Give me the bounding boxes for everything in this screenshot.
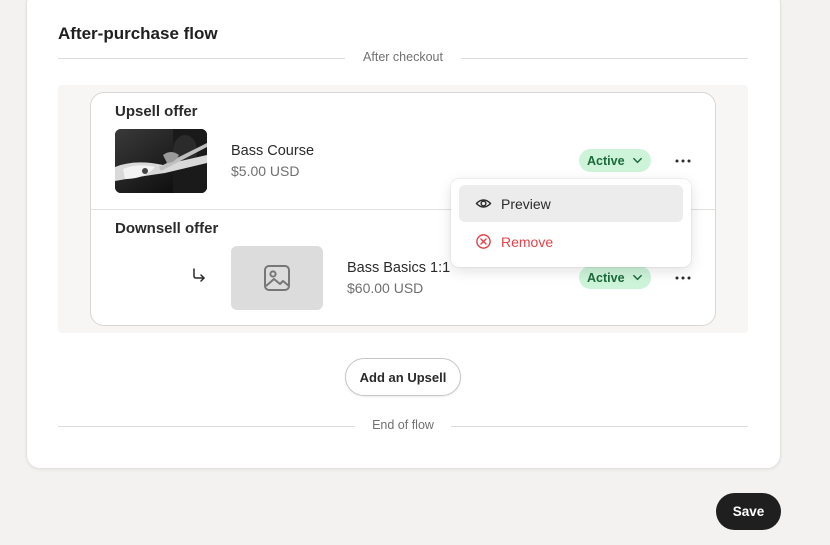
upsell-product-name: Bass Course — [231, 143, 315, 159]
x-circle-icon — [474, 233, 492, 251]
downsell-status-label: Active — [587, 270, 625, 285]
chevron-down-icon — [632, 272, 643, 286]
more-horizontal-icon — [675, 159, 691, 163]
eye-icon — [474, 195, 492, 213]
end-of-flow-label: End of flow — [372, 418, 434, 432]
upsell-product-image — [115, 129, 207, 193]
save-button[interactable]: Save — [716, 493, 781, 530]
after-checkout-divider: After checkout — [58, 50, 748, 66]
upsell-status-label: Active — [587, 153, 625, 168]
arrow-down-right-icon — [190, 266, 208, 289]
menu-item-remove[interactable]: Remove — [459, 223, 683, 260]
section-title: After-purchase flow — [58, 24, 218, 43]
upsell-more-button[interactable] — [673, 151, 693, 171]
menu-item-preview-label: Preview — [501, 195, 551, 212]
menu-item-remove-label: Remove — [501, 233, 554, 250]
add-upsell-button[interactable]: Add an Upsell — [345, 358, 461, 396]
offer-actions-menu: Preview Remove — [451, 179, 691, 267]
downsell-status-dropdown[interactable]: Active — [579, 266, 651, 289]
upsell-product-price: $5.00 USD — [231, 163, 300, 179]
upsell-heading: Upsell offer — [115, 103, 198, 120]
downsell-more-button[interactable] — [673, 268, 693, 288]
chevron-down-icon — [632, 155, 643, 169]
image-placeholder-icon — [264, 265, 290, 291]
downsell-heading: Downsell offer — [115, 220, 219, 237]
downsell-product-name: Bass Basics 1:1 — [347, 260, 451, 276]
downsell-product-price: $60.00 USD — [347, 280, 424, 296]
upsell-status-dropdown[interactable]: Active — [579, 149, 651, 172]
end-of-flow-divider: End of flow — [58, 418, 748, 434]
downsell-product-image — [231, 246, 323, 310]
menu-item-preview[interactable]: Preview — [459, 185, 683, 222]
after-checkout-label: After checkout — [363, 50, 443, 64]
more-horizontal-icon — [675, 276, 691, 280]
